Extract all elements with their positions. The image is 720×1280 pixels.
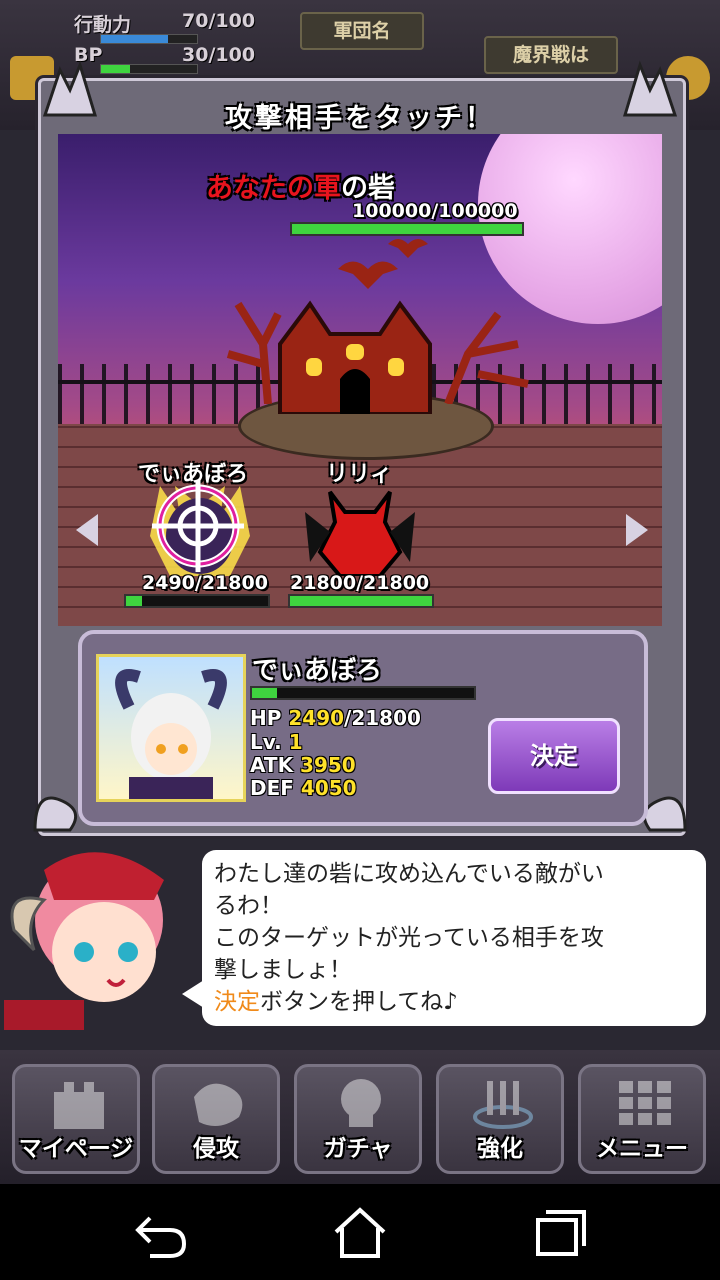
enemy-hp-value: 21800/21800 bbox=[290, 572, 430, 594]
dead-tree-icon bbox=[444, 311, 529, 404]
speech-text: わたし達の砦に攻め込んでいる敵がい るわ！ このターゲットが光っている相手を攻 … bbox=[214, 861, 604, 1015]
action-points-value: 70/100 bbox=[182, 10, 256, 32]
home-icon[interactable] bbox=[330, 1204, 390, 1260]
nav-gacha-button[interactable]: ガチャ bbox=[294, 1064, 422, 1174]
unit-level-stat: Lv. 1 bbox=[250, 730, 303, 754]
demon-war-tab[interactable]: 魔界戦は bbox=[484, 36, 618, 74]
previous-arrow-icon[interactable] bbox=[76, 514, 98, 546]
unit-hp-stat: HP 2490/21800 bbox=[250, 706, 421, 730]
dialog-title: 攻撃相手をタッチ！ bbox=[225, 103, 495, 134]
map-icon bbox=[194, 1083, 243, 1126]
action-points-bar bbox=[100, 34, 198, 44]
enemy-hp-bar bbox=[124, 594, 270, 608]
guide-character bbox=[4, 840, 194, 1030]
nav-invade-button[interactable]: 侵攻 bbox=[152, 1064, 280, 1174]
nav-label: 侵攻 bbox=[193, 1136, 239, 1162]
fort-hp-bar bbox=[290, 222, 524, 236]
skull-icon bbox=[341, 1079, 381, 1127]
fort-icon[interactable] bbox=[270, 284, 440, 414]
enemy-hp-bar bbox=[288, 594, 434, 608]
next-arrow-icon[interactable] bbox=[626, 514, 648, 546]
nav-mypage-button[interactable]: マイページ bbox=[12, 1064, 140, 1174]
nav-menu-button[interactable]: メニュー bbox=[578, 1064, 706, 1174]
speech-bubble: わたし達の砦に攻め込んでいる敵がい るわ！ このターゲットが光っている相手を攻 … bbox=[202, 850, 706, 1026]
fort-owner-label: あなたの軍 bbox=[206, 173, 341, 204]
bp-value: 30/100 bbox=[182, 44, 256, 66]
unit-portrait bbox=[96, 654, 246, 802]
unit-hp-bar bbox=[250, 686, 476, 700]
dead-tree-icon bbox=[226, 301, 282, 404]
enemy-lily[interactable] bbox=[300, 472, 420, 578]
legion-name-tab[interactable]: 軍団名 bbox=[300, 12, 424, 50]
castle-icon bbox=[54, 1082, 104, 1129]
nav-label: ガチャ bbox=[323, 1136, 393, 1162]
back-icon[interactable] bbox=[130, 1204, 190, 1260]
nav-enhance-button[interactable]: 強化 bbox=[436, 1064, 564, 1174]
magic-circle-icon bbox=[473, 1081, 533, 1129]
recent-apps-icon[interactable] bbox=[530, 1204, 590, 1260]
action-points-label: 行動力 bbox=[74, 14, 132, 36]
unit-name: でぃあぼろ bbox=[252, 656, 383, 686]
nav-label: マイページ bbox=[18, 1136, 134, 1162]
enemy-hp-value: 2490/21800 bbox=[142, 572, 268, 594]
grid-icon bbox=[619, 1081, 671, 1125]
decide-button[interactable]: 決定 bbox=[488, 718, 620, 794]
nav-label: メニュー bbox=[596, 1136, 688, 1162]
unit-atk-stat: ATK 3950 bbox=[250, 753, 356, 777]
target-crosshair-icon bbox=[152, 480, 244, 572]
nav-label: 強化 bbox=[477, 1136, 523, 1162]
bp-bar bbox=[100, 64, 198, 74]
fort-hp-value: 100000/100000 bbox=[352, 200, 518, 222]
bat-icon bbox=[388, 239, 428, 258]
unit-def-stat: DEF 4050 bbox=[250, 776, 357, 800]
